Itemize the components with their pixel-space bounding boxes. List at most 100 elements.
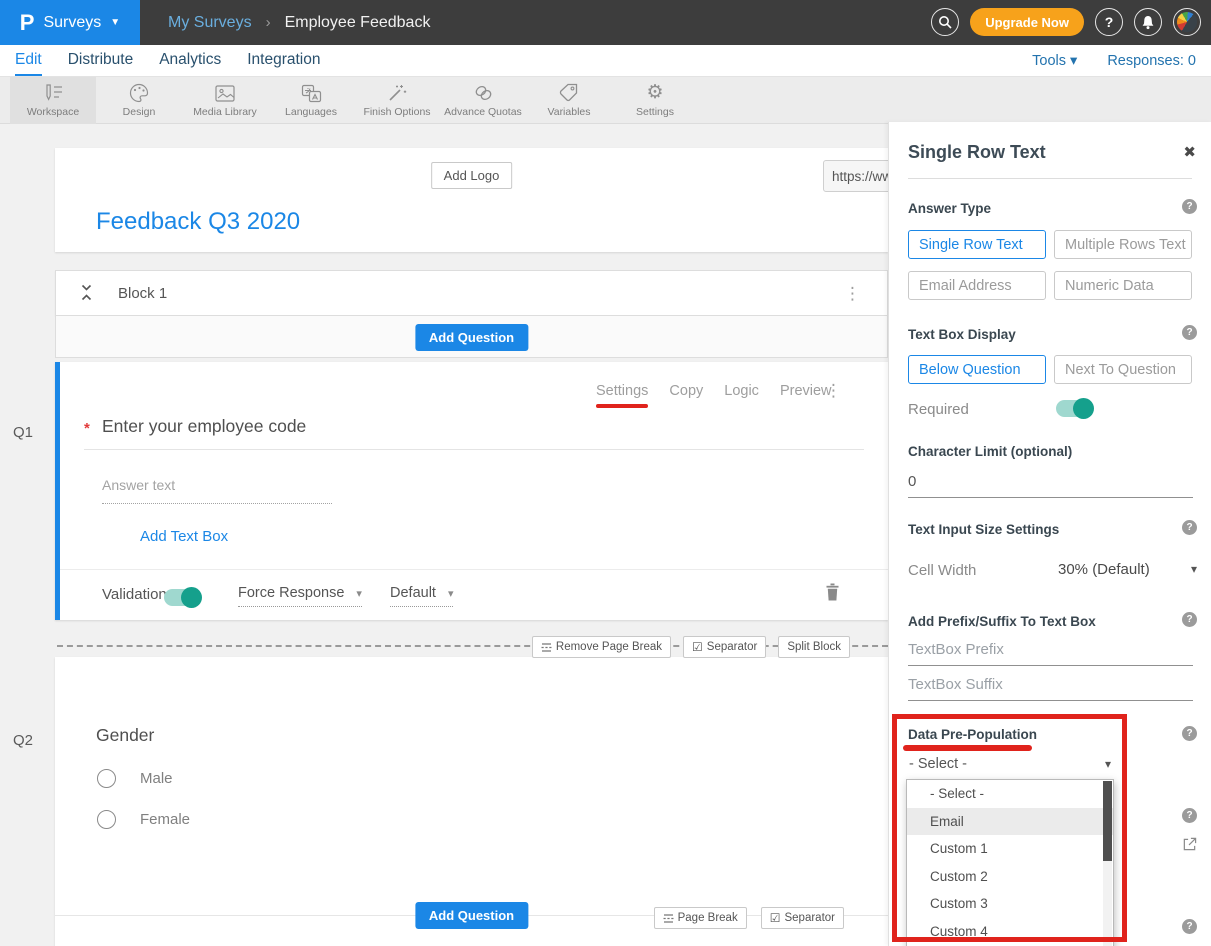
help-icon[interactable]: ? (1182, 325, 1197, 340)
question-text-q1[interactable]: Enter your employee code (102, 416, 306, 437)
dropdown-option-custom3[interactable]: Custom 3 (907, 890, 1113, 918)
answer-type-single-row-text[interactable]: Single Row Text (908, 230, 1046, 259)
force-response-select[interactable]: Force Response ▾ (238, 585, 362, 607)
remove-page-break-button[interactable]: Remove Page Break (532, 636, 671, 658)
search-icon (938, 15, 952, 29)
chain-links-icon (473, 83, 494, 103)
display-next-to-question[interactable]: Next To Question (1054, 355, 1192, 384)
answer-option-male[interactable]: Male (97, 769, 173, 788)
workspace-icon (42, 83, 64, 103)
delete-question-button[interactable] (825, 583, 840, 601)
add-text-box-link[interactable]: Add Text Box (140, 528, 228, 545)
help-icon[interactable]: ? (1182, 726, 1197, 741)
question-mark-icon: ? (1105, 14, 1114, 30)
validation-toggle[interactable] (164, 589, 201, 606)
chevron-down-icon: ▾ (356, 587, 362, 600)
answer-option-label: Female (140, 811, 190, 828)
cell-width-value[interactable]: 30% (Default) (1058, 561, 1150, 578)
question-tab-settings[interactable]: Settings (596, 383, 648, 408)
prefix-suffix-label: Add Prefix/Suffix To Text Box (908, 614, 1096, 629)
tab-integration[interactable]: Integration (247, 51, 320, 76)
radio-button-icon[interactable] (97, 769, 116, 788)
cell-width-label: Cell Width (908, 562, 976, 579)
data-pre-population-select[interactable]: - Select - ▾ (906, 756, 1114, 772)
textbox-prefix-input[interactable] (908, 641, 1193, 666)
textbox-suffix-input[interactable] (908, 676, 1193, 701)
question-footer-divider (60, 569, 888, 570)
add-question-button-bottom[interactable]: Add Question (415, 902, 528, 929)
required-toggle[interactable] (1056, 400, 1093, 417)
toolbar-item-media-library[interactable]: Media Library (182, 77, 268, 124)
question-menu-dots[interactable]: ⋮ (825, 381, 842, 401)
notifications-button[interactable] (1134, 8, 1162, 36)
separator-button[interactable]: ☑ Separator (683, 636, 766, 658)
toolbar-item-label: Workspace (27, 106, 79, 118)
answer-type-email-address[interactable]: Email Address (908, 271, 1046, 300)
question-text-q2[interactable]: Gender (96, 725, 154, 746)
account-avatar[interactable] (1173, 8, 1201, 36)
character-limit-input[interactable] (908, 473, 1193, 498)
tab-edit[interactable]: Edit (15, 51, 42, 76)
answer-type-numeric-data[interactable]: Numeric Data (1054, 271, 1192, 300)
dropdown-option-custom1[interactable]: Custom 1 (907, 835, 1113, 863)
help-icon[interactable]: ? (1182, 520, 1197, 535)
dropdown-scrollbar-track[interactable] (1103, 781, 1112, 946)
chevron-down-icon[interactable]: ▾ (1191, 562, 1197, 576)
answer-text-input[interactable] (102, 477, 332, 504)
questionpro-logo-icon: P (20, 10, 35, 36)
dropdown-option-email[interactable]: Email (907, 808, 1113, 836)
display-below-question[interactable]: Below Question (908, 355, 1046, 384)
toolbar-item-settings[interactable]: ⚙ Settings (612, 77, 698, 124)
toolbar-item-label: Design (123, 106, 156, 118)
help-icon[interactable]: ? (1182, 808, 1197, 823)
red-annotation-underline (903, 745, 1032, 751)
toolbar-item-advance-quotas[interactable]: Advance Quotas (440, 77, 526, 124)
radio-button-icon[interactable] (97, 810, 116, 829)
external-link-icon[interactable] (1182, 837, 1197, 852)
tab-distribute[interactable]: Distribute (68, 51, 133, 76)
upgrade-now-button[interactable]: Upgrade Now (970, 8, 1084, 36)
survey-title[interactable]: Feedback Q3 2020 (96, 208, 300, 236)
question-tab-copy[interactable]: Copy (669, 383, 703, 408)
data-pre-population-label: Data Pre-Population (908, 727, 1037, 742)
tools-menu[interactable]: Tools ▾ (1032, 53, 1077, 69)
question-tab-logic[interactable]: Logic (724, 383, 759, 408)
collapse-block-button[interactable] (80, 284, 93, 301)
dropdown-option-custom2[interactable]: Custom 2 (907, 863, 1113, 891)
dropdown-option-select[interactable]: - Select - (907, 780, 1113, 808)
add-logo-button[interactable]: Add Logo (431, 162, 513, 189)
page-break-icon (541, 642, 552, 653)
help-button[interactable]: ? (1095, 8, 1123, 36)
block-add-question-strip: Add Question (55, 316, 888, 358)
block-name[interactable]: Block 1 (118, 285, 167, 302)
help-icon[interactable]: ? (1182, 919, 1197, 934)
responses-count[interactable]: Responses: 0 (1107, 53, 1196, 69)
dropdown-option-custom4[interactable]: Custom 4 (907, 918, 1113, 946)
answer-type-multiple-rows-text[interactable]: Multiple Rows Text (1054, 230, 1192, 259)
toolbar-item-workspace[interactable]: Workspace (10, 77, 96, 124)
separator-button-bottom[interactable]: ☑ Separator (761, 907, 844, 929)
search-button[interactable] (931, 8, 959, 36)
answer-option-female[interactable]: Female (97, 810, 190, 829)
toolbar-item-variables[interactable]: Variables (526, 77, 612, 124)
toolbar-item-languages[interactable]: Languages (268, 77, 354, 124)
breadcrumb-my-surveys[interactable]: My Surveys (168, 14, 252, 32)
avatar-logo-icon (1177, 12, 1197, 32)
add-question-button-top[interactable]: Add Question (415, 324, 528, 351)
tab-analytics[interactable]: Analytics (159, 51, 221, 76)
help-icon[interactable]: ? (1182, 612, 1197, 627)
split-block-button[interactable]: Split Block (778, 636, 850, 658)
product-switcher[interactable]: P Surveys ▼ (0, 0, 140, 45)
magic-wand-icon (387, 83, 407, 103)
data-pre-population-dropdown: - Select - Email Custom 1 Custom 2 Custo… (906, 779, 1114, 946)
help-icon[interactable]: ? (1182, 199, 1197, 214)
toolbar-item-finish-options[interactable]: Finish Options (354, 77, 440, 124)
block-menu-dots[interactable]: ⋮ (844, 284, 861, 304)
answer-type-label: Answer Type (908, 201, 991, 216)
page-break-button[interactable]: Page Break (654, 907, 747, 929)
dropdown-scrollbar-thumb[interactable] (1103, 781, 1112, 861)
toolbar-item-design[interactable]: Design (96, 77, 182, 124)
validation-default-select[interactable]: Default ▾ (390, 585, 453, 607)
close-icon[interactable]: ✖ (1183, 143, 1196, 161)
question-tab-preview[interactable]: Preview (780, 383, 832, 408)
